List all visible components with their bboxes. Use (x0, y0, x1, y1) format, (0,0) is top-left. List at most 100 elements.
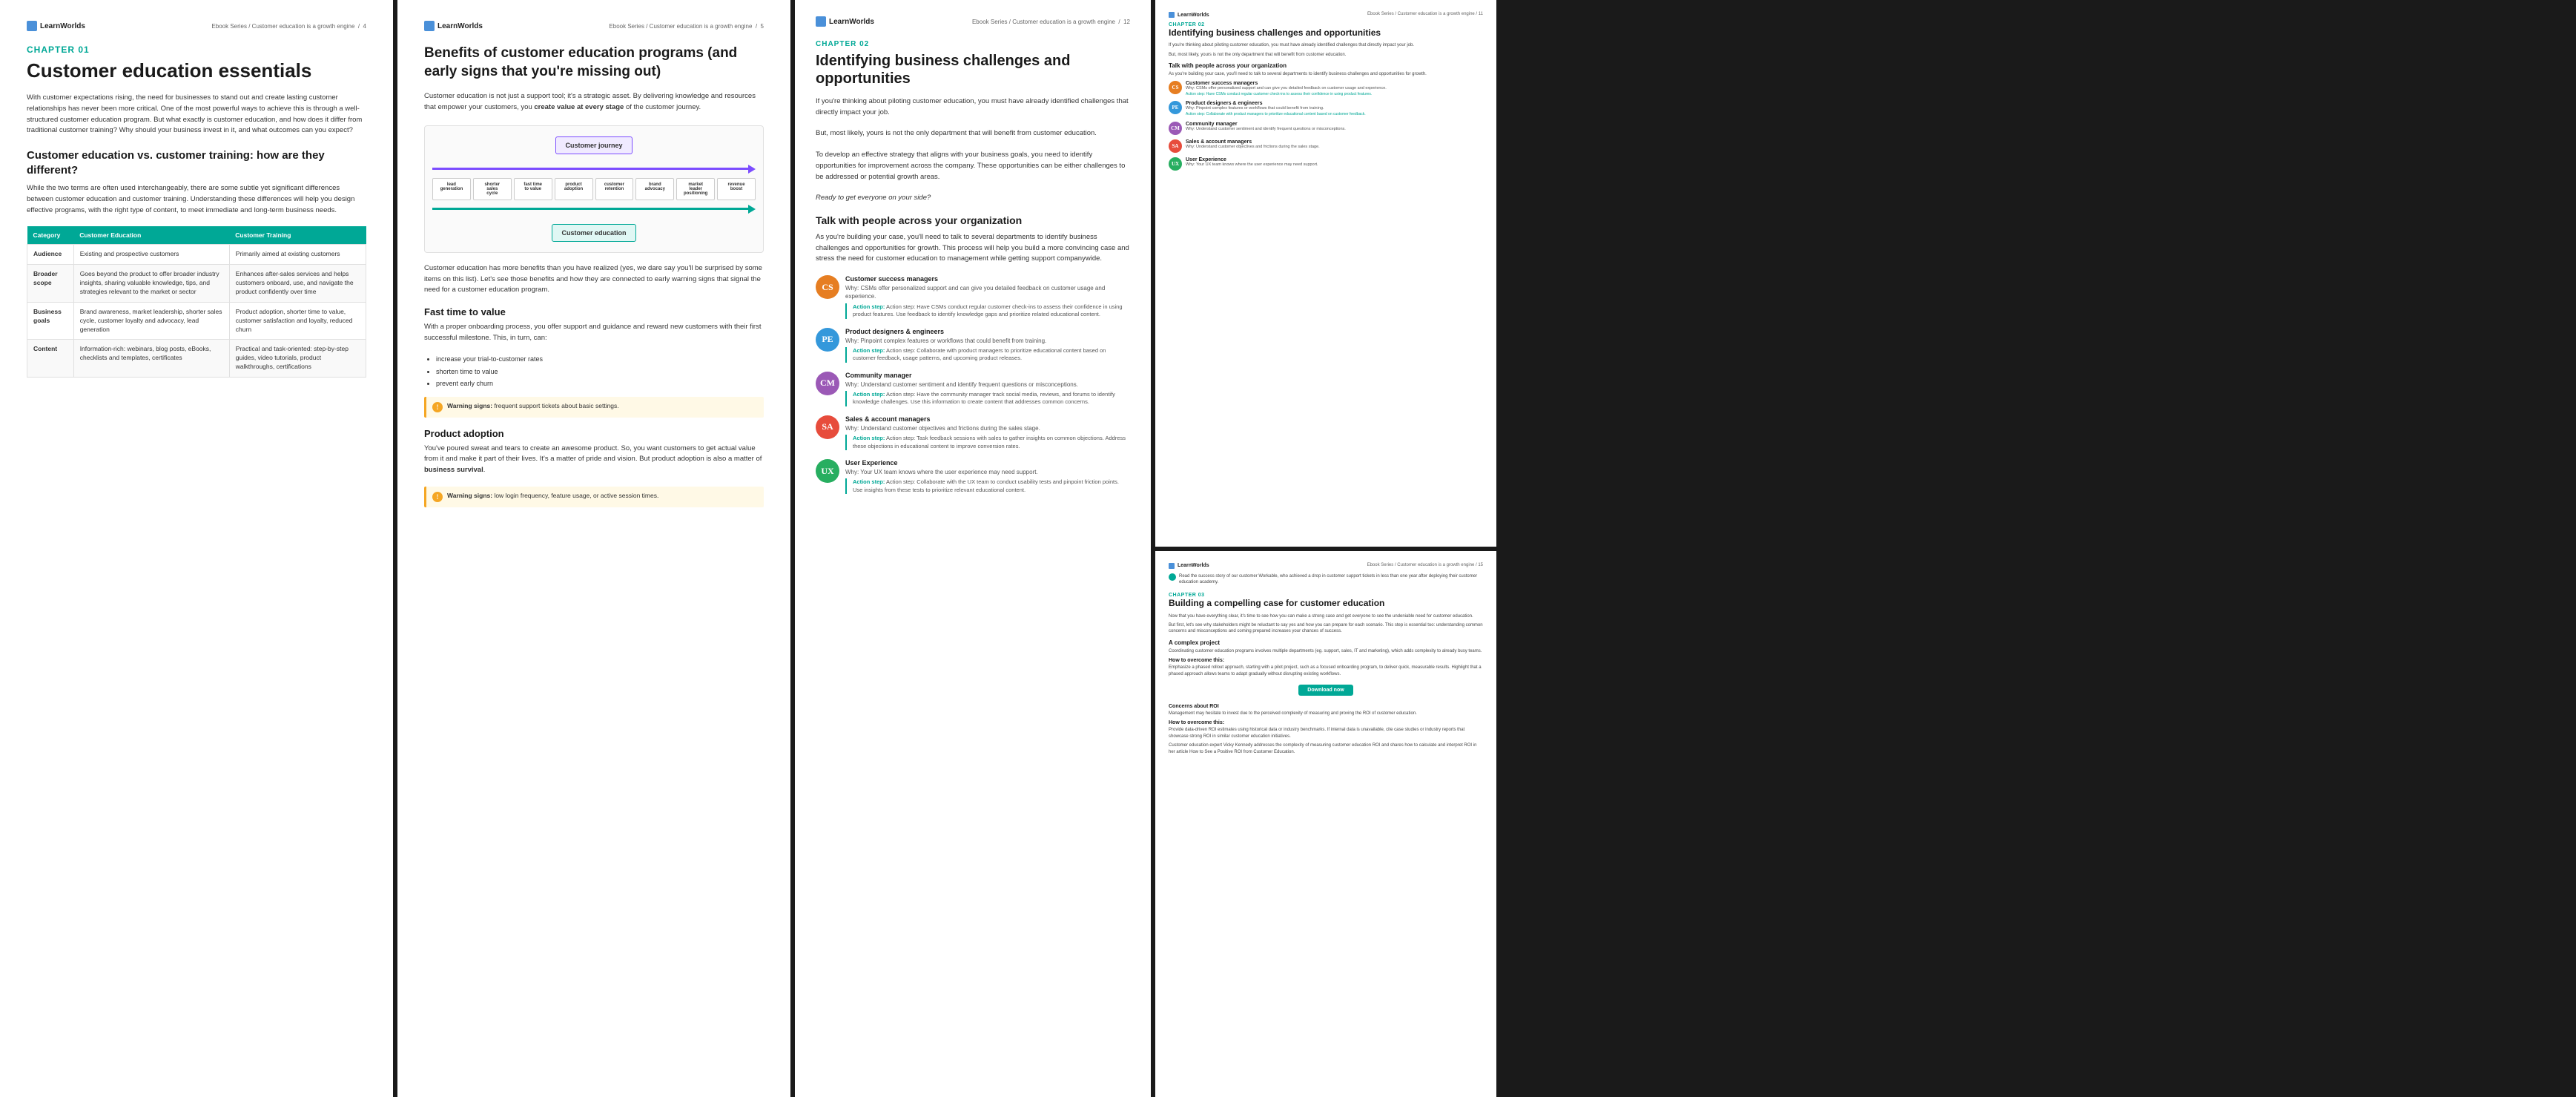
table-cell-cat-1: Broader scope (27, 265, 74, 303)
download-btn[interactable]: Download now (1298, 685, 1353, 696)
page-chapter-01: LearnWorlds Ebook Series / Customer educ… (0, 0, 393, 1097)
thumb-breadcrumb-1: Ebook Series / Customer education is a g… (1367, 12, 1483, 18)
journey-diagram: Customer journey leadgeneration shorters… (424, 125, 764, 253)
logo-learnworlds-p3: LearnWorlds (816, 16, 874, 27)
bullet-item: shorten time to value (436, 366, 764, 377)
table-row: Audience Existing and prospective custom… (27, 245, 366, 265)
thumb-talk-title: Talk with people across your organizatio… (1169, 62, 1483, 69)
thumb-read-note: Read the success story of our customer W… (1169, 573, 1483, 589)
logo-icon-p2 (424, 21, 435, 31)
thumb-persona-sa: SA Sales & account managers Why: Underst… (1169, 139, 1483, 153)
thumb-persona-text-cm: Why: Understand customer sentiment and i… (1186, 127, 1346, 132)
logo-learnworlds-p1: LearnWorlds (27, 21, 85, 31)
logo-icon-p3 (816, 16, 826, 27)
thumbnail-pair: LearnWorlds Ebook Series / Customer educ… (1155, 0, 1496, 1097)
table-row: Business goals Brand awareness, market l… (27, 302, 366, 340)
persona-avatar-pe: PE (816, 328, 839, 352)
benefits-intro: Customer education is not just a support… (424, 91, 764, 113)
journey-boxes-row: leadgeneration shortersalescycle fast ti… (432, 178, 756, 200)
thumb-read-text: Read the success story of our customer W… (1179, 573, 1483, 586)
table-cell-edu-1: Goes beyond the product to offer broader… (73, 265, 229, 303)
thumb-ch03-header: LearnWorlds Ebook Series / Customer educ… (1169, 563, 1483, 569)
thumb-persona-content-cs: Customer success managers Why: CSMs offe… (1186, 81, 1387, 97)
thumb-persona-content-cm: Community manager Why: Understand custom… (1186, 122, 1346, 135)
thumb-ch03-label: CHAPTER 03 (1169, 593, 1483, 598)
persona-cs: CS Customer success managers Why: CSMs o… (816, 275, 1130, 318)
fast-bullet-list: increase your trial-to-customer rates sh… (424, 354, 764, 389)
page-3-header: LearnWorlds Ebook Series / Customer educ… (816, 16, 1130, 27)
table-cell-training-0: Primarily aimed at existing customers (229, 245, 366, 265)
thumb-persona-title-sa: Sales & account managers (1186, 139, 1320, 145)
section1-text: While the two terms are often used inter… (27, 183, 366, 216)
thumb-ch02-body2: But, most likely, yours is not the only … (1169, 52, 1483, 58)
section-fast-text: With a proper onboarding process, you of… (424, 322, 764, 343)
persona-sa: SA Sales & account managers Why: Underst… (816, 415, 1130, 450)
thumb-ch03-title: Building a compelling case for customer … (1169, 598, 1483, 608)
persona-content-cs: Customer success managers Why: CSMs offe… (845, 275, 1130, 318)
journey-teal-arrow (432, 205, 756, 214)
thumb-persona-title-cs: Customer success managers (1186, 81, 1387, 86)
persona-cm: CM Community manager Why: Understand cus… (816, 372, 1130, 406)
box-lead-gen: leadgeneration (432, 178, 471, 200)
table-header-category: Category (27, 226, 74, 245)
section-product-title: Product adoption (424, 428, 764, 439)
talk-text: As you're building your case, you'll nee… (816, 232, 1130, 265)
box-revenue: revenueboost (717, 178, 756, 200)
logo-icon-p1 (27, 21, 37, 31)
ch02-intro4: Ready to get everyone on your side? (816, 193, 1130, 204)
thumb-logo-text-1: LearnWorlds (1178, 13, 1209, 18)
persona-avatar-cm: CM (816, 372, 839, 395)
thumb-avatar-ux: UX (1169, 157, 1182, 171)
persona-content-sa: Sales & account managers Why: Understand… (845, 415, 1130, 450)
persona-why-cm: Why: Understand customer sentiment and i… (845, 381, 1130, 389)
table-cell-edu-0: Existing and prospective customers (73, 245, 229, 265)
thumb-persona-title-cm: Community manager (1186, 122, 1346, 127)
teal-arrowhead (748, 205, 756, 214)
table-row: Broader scope Goes beyond the product to… (27, 265, 366, 303)
thumb-persona-cs: CS Customer success managers Why: CSMs o… (1169, 81, 1483, 97)
breadcrumb-p2: Ebook Series / Customer education is a g… (609, 23, 764, 30)
box-product-adoption: productadoption (555, 178, 593, 200)
thumb-concern-title: Concerns about ROI (1169, 704, 1483, 709)
table-cell-training-1: Enhances after-sales services and helps … (229, 265, 366, 303)
thumb-breadcrumb-2: Ebook Series / Customer education is a g… (1367, 563, 1483, 569)
thumb-read-icon (1169, 573, 1176, 581)
ch02-intro1: If you're thinking about piloting custom… (816, 96, 1130, 118)
table-cell-cat-3: Content (27, 340, 74, 378)
table-cell-cat-0: Audience (27, 245, 74, 265)
thumb-persona-content-ux: User Experience Why: Your UX team knows … (1186, 157, 1318, 171)
thumb-persona-content-pe: Product designers & engineers Why: Pinpo… (1186, 101, 1366, 117)
box-positioning: marketleaderpositioning (676, 178, 715, 200)
chapter-title-01: Customer education essentials (27, 59, 366, 82)
thumb-ch02-label: CHAPTER 02 (1169, 22, 1483, 27)
persona-avatar-sa: SA (816, 415, 839, 439)
intro-text-p1: With customer expectations rising, the n… (27, 93, 366, 136)
thumb-avatar-cs: CS (1169, 81, 1182, 94)
benefits-explanation: Customer education has more benefits tha… (424, 263, 764, 296)
persona-title-cs: Customer success managers (845, 275, 1130, 283)
ch02-intro2: But, most likely, yours is not the only … (816, 128, 1130, 139)
persona-why-ux: Why: Your UX team knows where the user e… (845, 468, 1130, 476)
logo-text-p3: LearnWorlds (829, 18, 874, 26)
bullet-item: increase your trial-to-customer rates (436, 354, 764, 364)
thumb-ch02-title: Identifying business challenges and oppo… (1169, 27, 1483, 38)
section-product-text: You've poured sweat and tears to create … (424, 444, 764, 476)
persona-why-sa: Why: Understand customer objectives and … (845, 424, 1130, 432)
box-retention: customerretention (595, 178, 634, 200)
page-num-p2: 5 (761, 23, 764, 30)
warning-icon-fast: ! (432, 402, 443, 412)
persona-action-cs: Action step: Action step: Have CSMs cond… (845, 303, 1130, 319)
page-chapter-02: LearnWorlds Ebook Series / Customer educ… (795, 0, 1151, 1097)
thumb-concern-text: Management may hesitate to invest due to… (1169, 711, 1483, 716)
thumb-action-pe: Action step: Collaborate with product ma… (1186, 112, 1366, 117)
persona-why-pe: Why: Pinpoint complex features or workfl… (845, 337, 1130, 345)
customer-edu-label: Customer education (552, 224, 635, 242)
breadcrumb-p1: Ebook Series / Customer education is a g… (211, 23, 366, 30)
persona-content-pe: Product designers & engineers Why: Pinpo… (845, 328, 1130, 363)
comparison-table: Category Customer Education Customer Tra… (27, 226, 366, 378)
thumb-persona-text-ux: Why: Your UX team knows where the user e… (1186, 162, 1318, 168)
warning-box-fast: ! Warning signs: frequent support ticket… (424, 397, 764, 418)
box-advocacy: brandadvocacy (635, 178, 674, 200)
teal-line (432, 208, 748, 210)
thumb-ch02-body1: If you're thinking about piloting custom… (1169, 42, 1483, 48)
